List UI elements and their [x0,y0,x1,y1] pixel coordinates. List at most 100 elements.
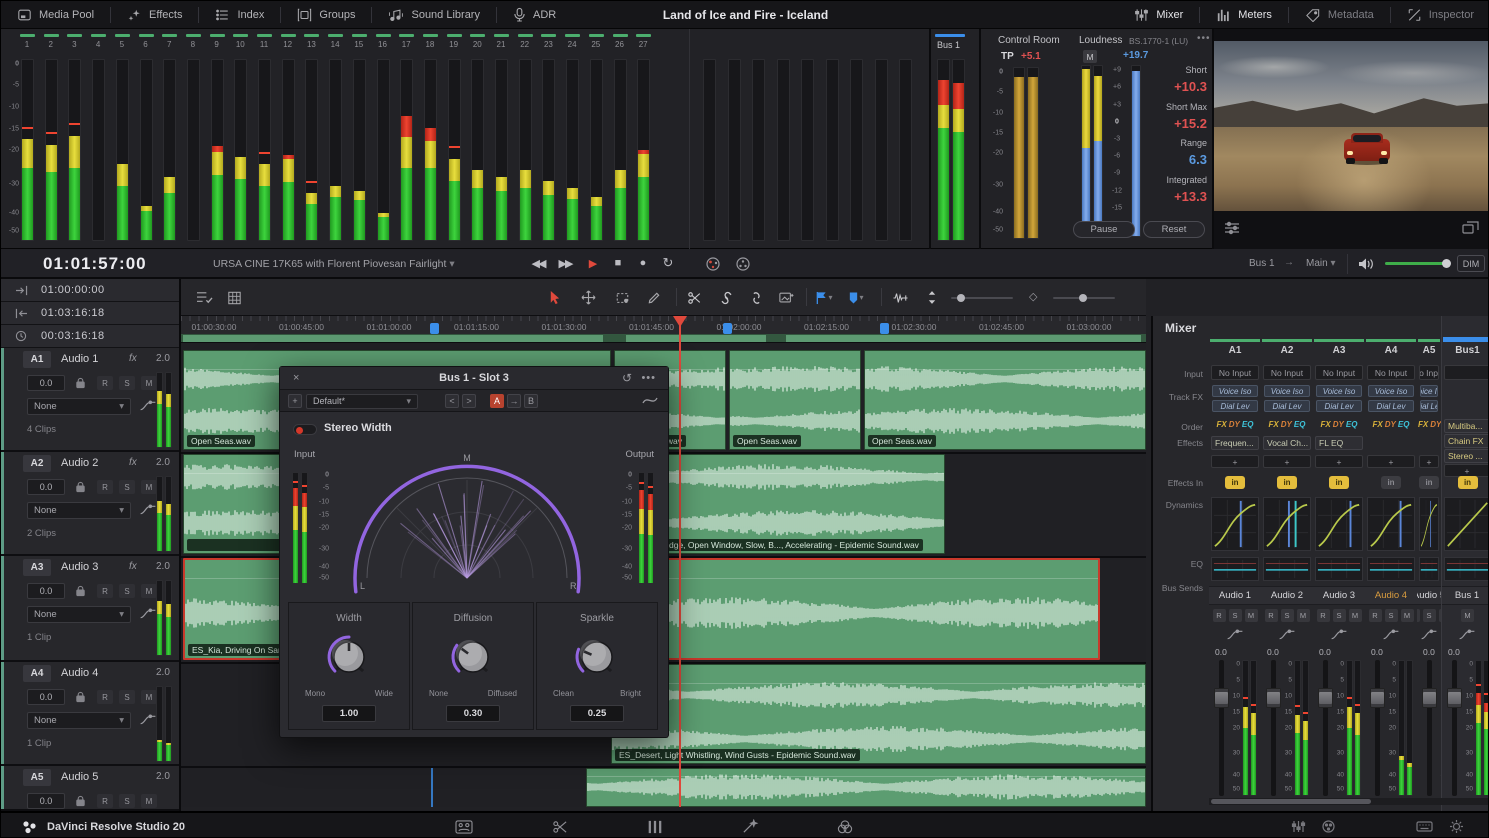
track-header-a2[interactable]: A2Audio 2fx2.00.0RSMNone▾2 Clips [1,452,179,556]
keyboard-icon[interactable] [1416,820,1433,833]
strip-trackfx-1[interactable]: Voice Iso [1264,385,1310,397]
strip-effect[interactable]: Vocal Ch... [1263,436,1311,450]
track-header-a4[interactable]: A4Audio 42.00.0RSMNone▾1 Clip [1,662,179,766]
strip-order-badges[interactable]: FXDYEQ [1417,420,1441,429]
flatten-link-icon[interactable] [745,288,767,307]
strip-trackfx-1[interactable]: Voice Iso [1368,385,1414,397]
video-frame[interactable] [1214,41,1489,211]
strip-trackfx-1[interactable]: Voice Iso [1212,385,1258,397]
mixer-strip-bus1[interactable]: Bus1Multiba...Chain FXStereo ...+in Bus … [1441,316,1489,811]
strip-m-button[interactable]: M [1349,609,1362,622]
strip-eq-graph[interactable] [1211,557,1259,581]
track-m-button[interactable]: M [141,584,157,598]
page-button-fusion[interactable] [737,818,763,836]
rewind-button[interactable]: ◀◀ [526,253,550,273]
mixer-strip-a2[interactable]: A2No InputVoice IsoDial LevFXDYEQVocal C… [1261,316,1313,811]
preset-dropdown[interactable]: Default*▾ [306,394,418,409]
strip-order-badges[interactable]: FXDYEQ [1365,420,1417,429]
strip-eq-graph[interactable] [1263,557,1311,581]
pan-icon[interactable] [139,714,157,726]
ab-compare-a-button[interactable]: A [490,394,504,408]
strip-r-button[interactable]: R [1265,609,1278,622]
stop-button[interactable]: ■ [606,253,630,273]
strip-effect[interactable]: Multiba... [1444,419,1489,433]
strip-s-button[interactable]: S [1333,609,1346,622]
strip-trackfx-2[interactable]: Dial Lev [1264,400,1310,412]
link-clips-icon[interactable] [715,288,737,307]
gear-icon[interactable] [1449,819,1464,834]
strip-fader[interactable] [1427,660,1432,796]
track-eq-dropdown[interactable]: None▾ [27,502,131,519]
waveform-zoom-icon[interactable] [889,288,911,307]
monitor-source[interactable]: Bus 1 [1249,258,1275,269]
timeline-marker[interactable] [430,323,439,334]
panel-button-meters[interactable]: Meters [1200,1,1288,29]
strip-dynamics-graph[interactable] [1315,497,1363,551]
strip-fader[interactable] [1323,660,1328,796]
loudness-standard[interactable]: BS.1770-1 (LU) [1129,36,1188,46]
audio-clip[interactable]: ES_Desert, Light Whistling, Wind Gusts -… [611,664,1146,764]
vertical-size-slider[interactable] [1053,297,1115,299]
lock-icon[interactable] [75,795,86,807]
strip-m-button[interactable]: M [1297,609,1310,622]
strip-effects-in-button[interactable]: in [1277,476,1297,489]
strip-add-effect-button[interactable]: + [1367,455,1415,468]
add-preset-button[interactable]: + [288,394,302,408]
prev-preset-button[interactable]: < [445,394,459,408]
timeline-marker[interactable] [880,323,889,334]
track-r-button[interactable]: R [97,376,113,390]
strip-input-selector[interactable] [1444,365,1489,380]
track-s-button[interactable]: S [119,690,135,704]
panel-button-inspector[interactable]: Inspector [1391,1,1489,29]
ab-compare-b-button[interactable]: B [524,394,538,408]
menu-button-media-pool[interactable]: Media Pool [1,1,110,29]
track-gain-field[interactable]: 0.0 [27,479,65,495]
menu-button-adr[interactable]: ADR [497,1,572,29]
strip-pan-control[interactable] [1458,629,1476,641]
mixer-strip-a1[interactable]: A1No InputVoice IsoDial LevFXDYEQFrequen… [1209,316,1261,811]
mixer-scrollbar[interactable] [1209,798,1489,805]
strip-s-button[interactable]: S [1281,609,1294,622]
strip-s-button[interactable]: S [1229,609,1242,622]
strip-eq-graph[interactable] [1444,557,1489,581]
strip-eq-graph[interactable] [1315,557,1363,581]
strip-fader[interactable] [1452,660,1457,796]
zoom-slider-handle[interactable] [957,294,965,302]
ab-copy-button[interactable]: → [507,394,521,408]
panel-button-metadata[interactable]: Metadata [1289,1,1390,29]
audio-clip[interactable] [586,768,1146,807]
track-m-button[interactable]: M [141,794,157,808]
strip-trackfx-1[interactable]: Voice Iso [1316,385,1362,397]
lock-icon[interactable] [75,377,86,389]
track-r-button[interactable]: R [97,480,113,494]
strip-add-effect-button[interactable]: + [1419,455,1439,468]
track-eq-dropdown[interactable]: None▾ [27,712,131,729]
mini-mixer-icon[interactable] [1291,820,1306,833]
strip-r-button[interactable]: R [1369,609,1382,622]
track-m-button[interactable]: M [141,690,157,704]
plugin-window[interactable]: × Bus 1 - Slot 3 ↺ ••• + Default*▾ < > A… [279,366,669,738]
zoom-fit-icon[interactable]: ◇ [1029,290,1037,303]
pause-button[interactable]: Pause [1073,221,1135,238]
track-s-button[interactable]: S [119,584,135,598]
volume-slider-handle[interactable] [1442,259,1451,268]
strip-eq-graph[interactable] [1367,557,1415,581]
menu-button-groups[interactable]: Groups [281,1,371,29]
strip-input-selector[interactable]: No Input [1315,365,1363,380]
audio-clip[interactable]: Open Seas.wav [729,350,861,450]
strip-effects-in-button[interactable]: in [1329,476,1349,489]
timeline-overview-bar[interactable] [181,334,1146,343]
speaker-icon[interactable] [1358,257,1374,271]
strip-trackfx-2[interactable]: Dial Lev [1420,400,1438,412]
strip-effect[interactable]: Chain FX [1444,434,1489,448]
timeline-marker[interactable] [723,323,732,334]
strip-s-button[interactable]: S [1385,609,1398,622]
pan-icon[interactable] [139,400,157,412]
range-selection-tool-icon[interactable] [611,288,633,307]
monitor-volume-slider[interactable] [1385,262,1449,265]
strip-fader[interactable] [1271,660,1276,796]
strip-input-selector[interactable]: No Input [1211,365,1259,380]
track-eq-dropdown[interactable]: None▾ [27,606,131,623]
playhead[interactable] [679,316,681,807]
lock-icon[interactable] [75,585,86,597]
